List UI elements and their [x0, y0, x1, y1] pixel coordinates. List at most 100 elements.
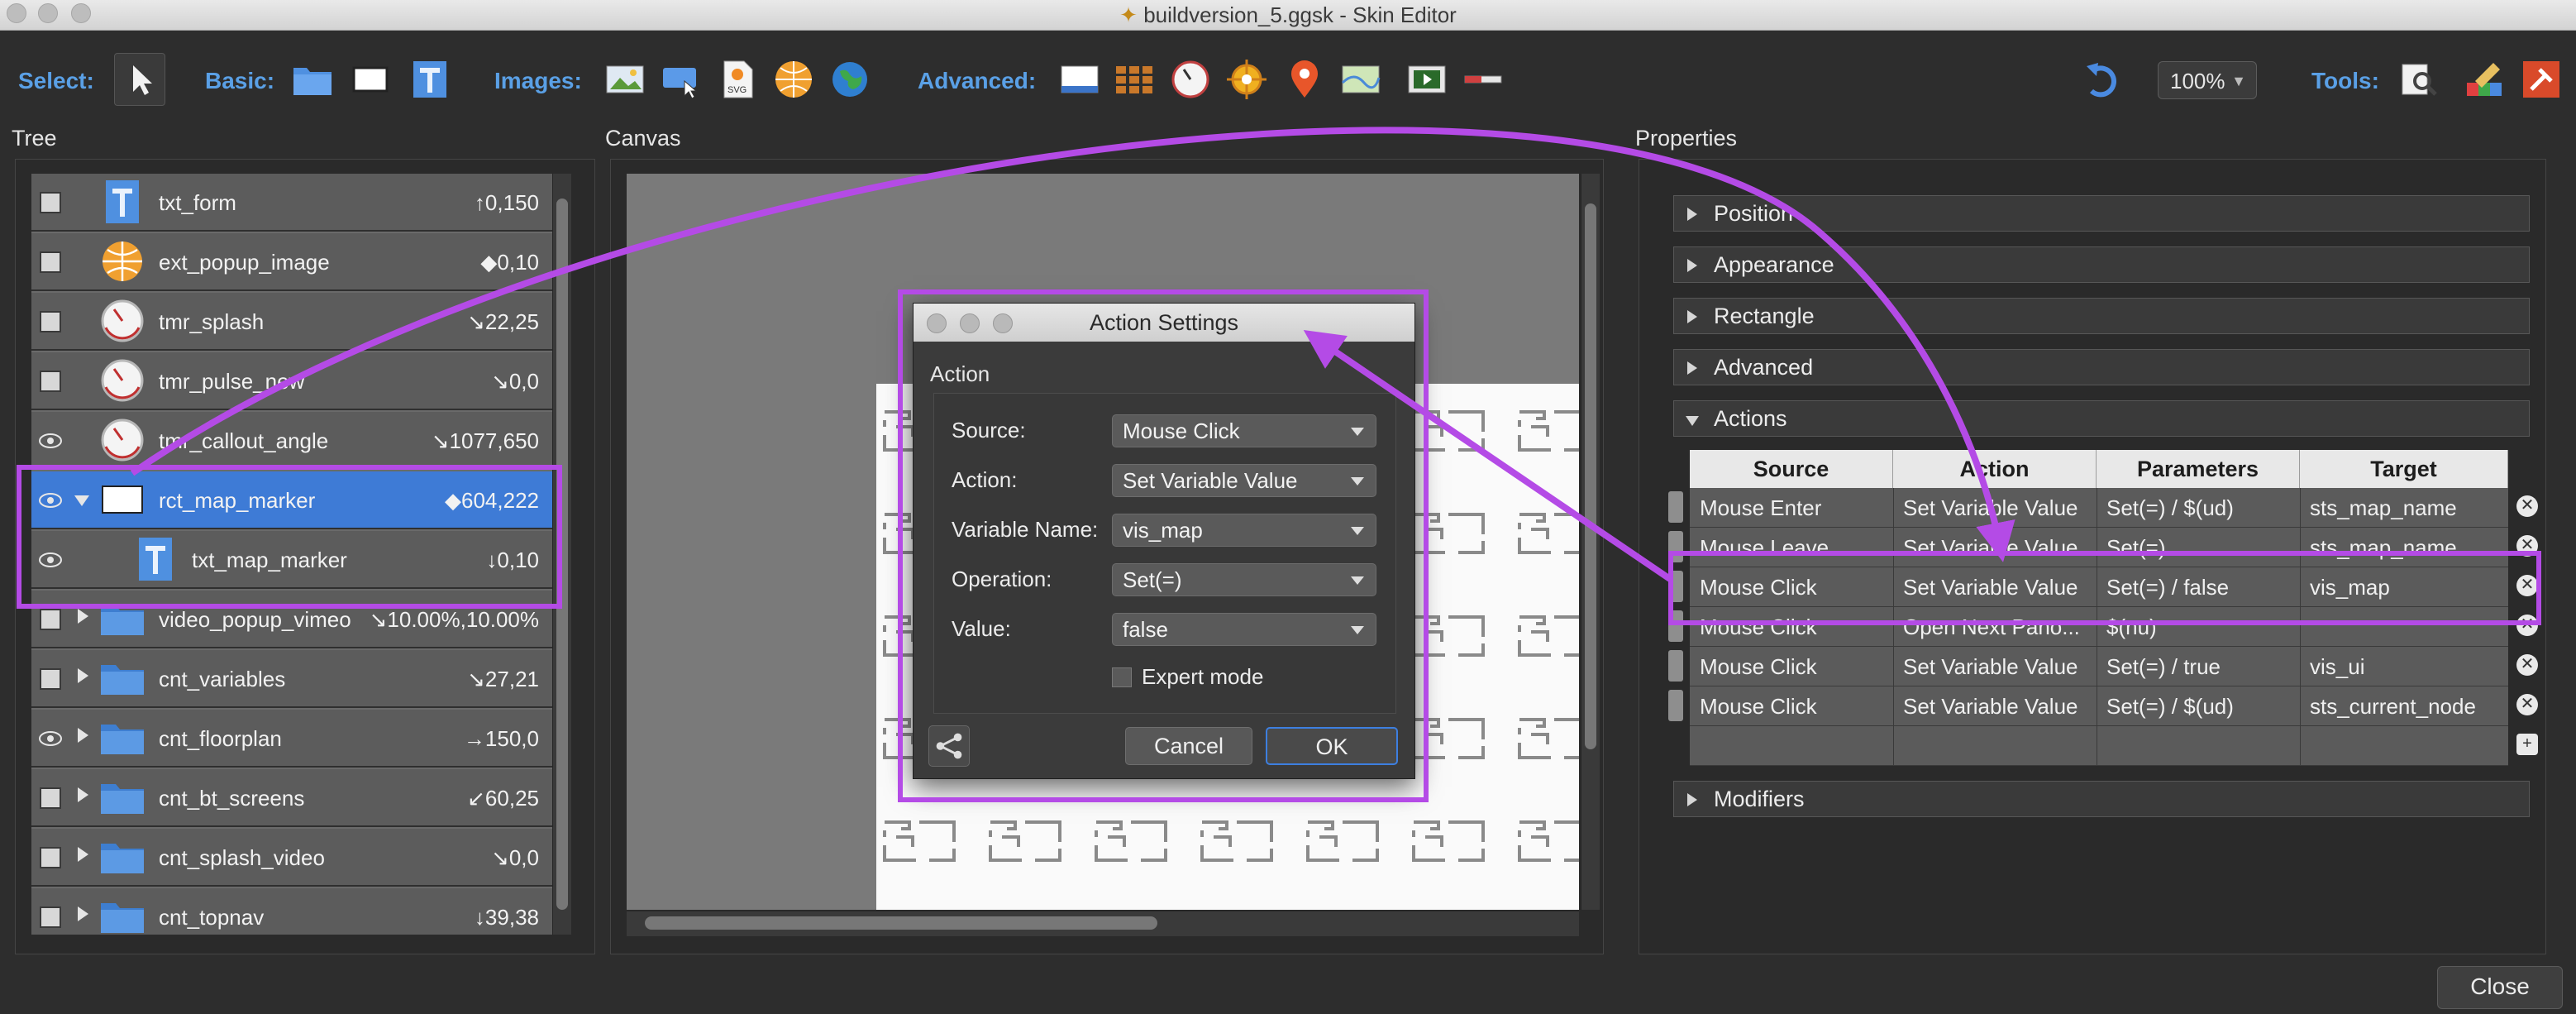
- image-button-icon[interactable]: [660, 58, 703, 101]
- action-row[interactable]: Mouse Enter Set Variable Value Set(=) / $(…: [1668, 488, 2538, 528]
- zoom-select[interactable]: 100% ▼: [2158, 61, 2257, 99]
- compass-target-icon[interactable]: [1225, 58, 1268, 101]
- tree-row-tmr-pulse-new[interactable]: tmr_pulse_new ↘0,0: [31, 352, 552, 410]
- tree-row-tmr-splash[interactable]: tmr_splash ↘22,25: [31, 293, 552, 351]
- tree-row-position: ↘27,21: [467, 667, 539, 691]
- cell-target: sts_current_node: [2310, 694, 2476, 719]
- disclosure-triangle-icon[interactable]: [78, 728, 88, 743]
- visibility-checkbox[interactable]: [40, 251, 61, 273]
- section-rectangle[interactable]: Rectangle: [1673, 298, 2530, 334]
- title-bar: ✦ buildversion_5.ggsk - Skin Editor: [0, 0, 2576, 31]
- tools-wrench-icon[interactable]: [2520, 58, 2563, 101]
- disclosure-triangle-icon[interactable]: [78, 668, 88, 683]
- section-advanced[interactable]: Advanced: [1673, 349, 2530, 385]
- tree-row-name: txt_form: [159, 190, 236, 215]
- chevron-down-icon: ▼: [2231, 73, 2246, 89]
- tree-row-txt-form[interactable]: txt_form ↑0,150: [31, 174, 552, 232]
- video-icon[interactable]: [1405, 58, 1448, 101]
- disclosure-triangle-icon[interactable]: [78, 906, 88, 921]
- visibility-checkbox[interactable]: [40, 847, 61, 868]
- section-appearance[interactable]: Appearance: [1673, 246, 2530, 283]
- tree-row-name: tmr_callout_angle: [159, 428, 329, 453]
- visibility-checkbox[interactable]: [40, 371, 61, 392]
- visibility-checkbox[interactable]: [40, 311, 61, 332]
- timer-icon[interactable]: [1169, 58, 1212, 101]
- svg-icon[interactable]: SVG: [716, 58, 759, 101]
- tree-row-cnt-splash-video[interactable]: cnt_splash_video ↘0,0: [31, 829, 552, 887]
- section-position[interactable]: Position: [1673, 195, 2530, 232]
- folder-icon: [99, 715, 145, 761]
- external-image-icon[interactable]: [772, 58, 815, 101]
- cell-parameters: Set(=) / $(ud): [2106, 694, 2234, 719]
- close-button[interactable]: Close: [2437, 966, 2563, 1009]
- text-icon[interactable]: [408, 58, 451, 101]
- image-icon[interactable]: [603, 58, 646, 101]
- tree-row-tmr-callout-angle[interactable]: tmr_callout_angle ↘1077,650: [31, 412, 552, 470]
- action-row[interactable]: Mouse Click Set Variable Value Set(=) / $(…: [1668, 686, 2538, 726]
- drag-handle-icon[interactable]: [1668, 491, 1683, 523]
- section-actions[interactable]: Actions: [1673, 400, 2530, 437]
- floorplan-tile: [1513, 402, 1579, 460]
- column-divider: [1893, 686, 1894, 726]
- visibility-checkbox[interactable]: [40, 668, 61, 690]
- map-pin-icon[interactable]: [1283, 58, 1326, 101]
- cloner-grid-icon[interactable]: [1113, 58, 1156, 101]
- tree-row-cnt-floorplan[interactable]: cnt_floorplan →150,0: [31, 710, 552, 768]
- images-label: Images:: [494, 68, 582, 93]
- eye-icon[interactable]: [38, 728, 63, 749]
- disclosure-triangle-icon[interactable]: [78, 787, 88, 802]
- undo-icon[interactable]: [2080, 58, 2123, 101]
- tree-row-name: tmr_splash: [159, 309, 265, 334]
- cell-target: sts_map_name: [2310, 495, 2457, 520]
- floorplan-tile: [1513, 607, 1579, 665]
- add-action-icon[interactable]: +: [2516, 734, 2538, 755]
- disclosure-triangle-icon[interactable]: [78, 847, 88, 862]
- timer-icon: [99, 417, 145, 463]
- paint-bucket-icon[interactable]: [2464, 58, 2507, 101]
- column-header-parameters[interactable]: Parameters: [2097, 450, 2300, 488]
- rectangle-icon[interactable]: [349, 58, 392, 101]
- visibility-checkbox[interactable]: [40, 787, 61, 809]
- tree-row-name: tmr_pulse_new: [159, 369, 305, 394]
- panorama-globe-icon[interactable]: [828, 58, 871, 101]
- delete-action-icon[interactable]: ✕: [2516, 694, 2538, 715]
- visibility-checkbox[interactable]: [40, 192, 61, 213]
- svg-text:SVG: SVG: [727, 85, 747, 95]
- search-tool-icon[interactable]: [2397, 58, 2440, 101]
- folder-icon: [99, 893, 145, 935]
- visibility-checkbox[interactable]: [40, 906, 61, 928]
- drag-handle-icon[interactable]: [1668, 690, 1683, 721]
- floorplan-tile: [1090, 812, 1172, 870]
- globe-image-icon: [99, 238, 145, 285]
- tree-row-cnt-bt-screens[interactable]: cnt_bt_screens ↙60,25: [31, 769, 552, 827]
- select-arrow-icon[interactable]: [114, 53, 165, 106]
- floorplan-tile: [1513, 710, 1579, 768]
- progress-bar-icon[interactable]: [1462, 58, 1505, 101]
- tree-row-name: cnt_variables: [159, 667, 286, 691]
- tree-row-cnt-variables[interactable]: cnt_variables ↘27,21: [31, 650, 552, 708]
- column-header-action[interactable]: Action: [1893, 450, 2097, 488]
- scrollarea-icon[interactable]: [1058, 58, 1101, 101]
- tree-row-position: ↙60,25: [467, 786, 539, 811]
- action-row[interactable]: Mouse Click Set Variable Value Set(=) / tr…: [1668, 647, 2538, 686]
- section-modifiers[interactable]: Modifiers: [1673, 781, 2530, 817]
- tree-row-position: ◆0,10: [480, 250, 539, 275]
- canvas-horizontal-scrollbar[interactable]: [627, 911, 1579, 936]
- eye-icon[interactable]: [38, 430, 63, 452]
- delete-action-icon[interactable]: ✕: [2516, 654, 2538, 676]
- delete-action-icon[interactable]: ✕: [2516, 495, 2538, 517]
- container-folder-icon[interactable]: [291, 58, 334, 101]
- canvas-vertical-scrollbar-thumb[interactable]: [1585, 203, 1596, 749]
- visibility-checkbox[interactable]: [40, 609, 61, 630]
- tree-row-ext-popup-image[interactable]: ext_popup_image ◆0,10: [31, 233, 552, 291]
- disclosure-triangle-icon[interactable]: [78, 609, 88, 624]
- tree-row-cnt-topnav[interactable]: cnt_topnav ↓39,38: [31, 888, 552, 935]
- expand-arrow-icon: [1687, 310, 1697, 323]
- map-icon[interactable]: [1339, 58, 1382, 101]
- column-header-target[interactable]: Target: [2300, 450, 2508, 488]
- column-header-source[interactable]: Source: [1690, 450, 1893, 488]
- empty-action-row[interactable]: +: [1690, 726, 2538, 766]
- drag-handle-icon[interactable]: [1668, 650, 1683, 682]
- canvas-horizontal-scrollbar-thumb[interactable]: [645, 916, 1157, 930]
- canvas-vertical-scrollbar[interactable]: [1581, 174, 1600, 910]
